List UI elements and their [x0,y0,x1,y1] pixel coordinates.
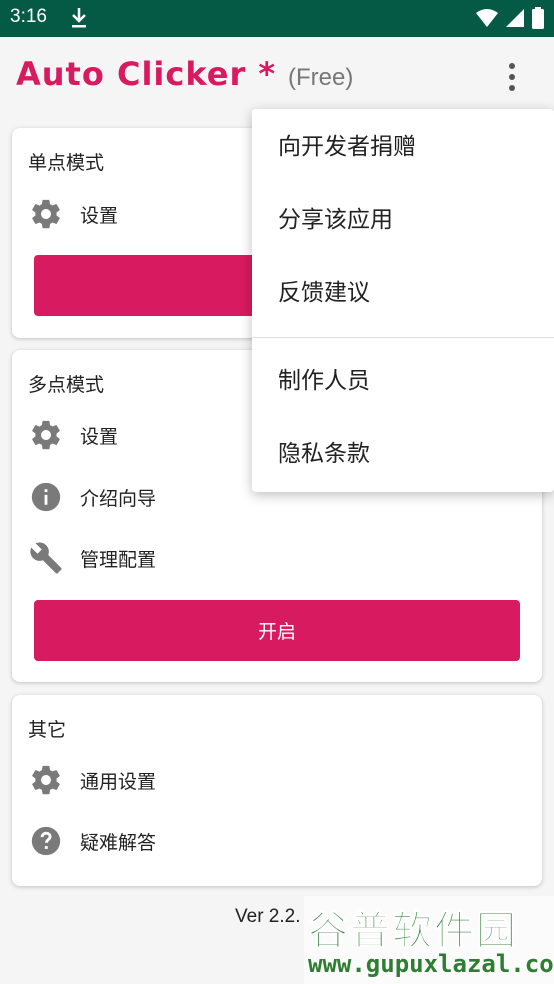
status-time: 3:16 [10,6,47,27]
menu-item-share[interactable]: 分享该应用 [278,200,393,240]
multi-mode-start-button[interactable]: 开启 [34,600,520,661]
multi-mode-settings-label: 设置 [80,425,119,448]
watermark-url: www.gupuxlazal.com [308,950,554,978]
menu-divider [252,337,554,338]
single-mode-settings-row[interactable]: 设置 [28,194,118,234]
multi-mode-guide-row[interactable]: 介绍向导 [28,477,156,517]
multi-mode-manage-label: 管理配置 [80,548,157,571]
watermark-name: 谷普软件园 [308,908,518,955]
help-icon [28,823,64,859]
faq-label: 疑难解答 [80,831,157,854]
wrench-icon [28,540,64,576]
menu-item-donate[interactable]: 向开发者捐赠 [278,127,416,167]
app-title: Auto Clicker * [16,55,277,93]
multi-mode-manage-row[interactable]: 管理配置 [28,538,156,578]
watermark: 谷普软件园 www.gupuxlazal.com [304,896,554,984]
download-icon [72,8,86,28]
other-title: 其它 [28,719,67,741]
single-mode-title: 单点模式 [28,152,105,174]
gear-icon [28,762,64,798]
battery-icon [532,7,544,29]
more-vert-icon[interactable] [498,57,526,97]
menu-item-privacy[interactable]: 隐私条款 [278,434,370,474]
menu-item-credits[interactable]: 制作人员 [278,361,370,401]
wifi-icon [476,9,498,27]
app-bar: Auto Clicker * (Free) [0,37,554,117]
version-text: Ver 2.2. [235,906,301,927]
multi-mode-settings-row[interactable]: 设置 [28,415,118,455]
single-mode-settings-label: 设置 [80,204,119,227]
general-settings-row[interactable]: 通用设置 [28,760,156,800]
gear-icon [28,196,64,232]
menu-item-feedback[interactable]: 反馈建议 [278,273,370,313]
overflow-menu: 向开发者捐赠 分享该应用 反馈建议 制作人员 隐私条款 [252,109,554,492]
faq-row[interactable]: 疑难解答 [28,821,156,861]
other-card: 其它 通用设置 疑难解答 [12,695,542,886]
app-subtitle: (Free) [288,64,354,91]
multi-mode-title: 多点模式 [28,374,105,396]
signal-icon [506,9,524,27]
general-settings-label: 通用设置 [80,770,157,793]
multi-mode-guide-label: 介绍向导 [80,487,157,510]
status-bar: 3:16 [0,0,554,37]
info-icon [28,479,64,515]
gear-icon [28,417,64,453]
